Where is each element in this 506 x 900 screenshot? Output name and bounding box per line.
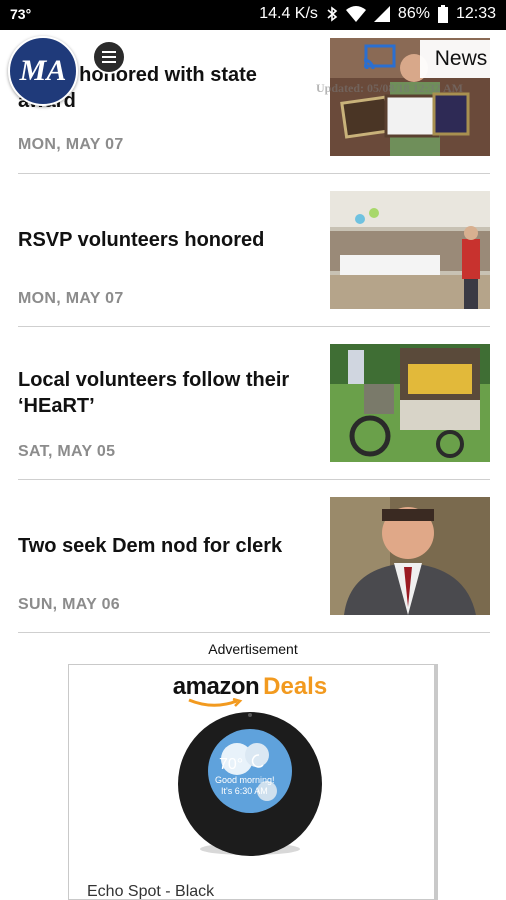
menu-button[interactable]	[92, 40, 126, 74]
weather-temperature: 73°	[10, 6, 32, 22]
story-title[interactable]: Two seek Dem nod for clerk	[18, 533, 308, 559]
device-temperature: 70°	[219, 756, 243, 773]
story-thumbnail[interactable]	[330, 191, 490, 309]
ad-brand: amazon Deals	[69, 673, 431, 701]
ad-banner[interactable]: amazon Deals 70° Good morning! It's 6:30 …	[68, 664, 438, 900]
status-bar: 73° 14.4 K/s 86% 12:33	[0, 0, 506, 30]
publication-logo[interactable]: MA	[8, 36, 78, 106]
battery-percent: 86%	[397, 5, 430, 22]
hamburger-icon-line	[102, 56, 116, 58]
section-label[interactable]: News	[420, 40, 502, 78]
echo-spot-device: 70° Good morning! It's 6:30 AM	[175, 709, 325, 864]
divider	[18, 632, 490, 633]
story-title[interactable]: Local volunteers follow their ‘HEaRT’	[18, 367, 308, 419]
story-date: SAT, MAY 05	[18, 443, 116, 460]
ad-label: Advertisement	[208, 641, 298, 657]
network-speed: 14.4 K/s	[259, 5, 318, 22]
hamburger-icon-line	[102, 61, 116, 63]
device-greeting: Good morning!	[215, 775, 275, 785]
updated-timestamp: Updated: 05/08/18 12:32 AM	[316, 81, 463, 95]
amazon-logo-text: amazon	[172, 673, 260, 700]
wifi-icon	[345, 6, 366, 22]
bluetooth-icon	[326, 6, 338, 22]
cast-icon[interactable]	[362, 44, 396, 75]
hamburger-icon	[102, 51, 116, 53]
story-title[interactable]: RSVP volunteers honored	[18, 227, 308, 253]
story-item[interactable]: Local volunteers follow their ‘HEaRT’ SA…	[18, 327, 490, 479]
story-date: SUN, MAY 06	[18, 596, 121, 613]
amazon-smile-icon	[188, 698, 243, 707]
ad-product-name[interactable]: Echo Spot - Black	[87, 883, 214, 899]
story-thumbnail[interactable]	[330, 344, 490, 462]
battery-icon	[437, 5, 448, 23]
story-date: MON, MAY 07	[18, 290, 124, 307]
cell-signal-icon	[373, 6, 390, 22]
deals-text: Deals	[263, 673, 328, 700]
clock: 12:33	[455, 5, 496, 22]
logo-text: MA	[19, 54, 67, 87]
story-item[interactable]: Two seek Dem nod for clerk SUN, MAY 06	[18, 480, 490, 632]
device-time: It's 6:30 AM	[221, 786, 268, 796]
story-date: MON, MAY 07	[18, 136, 124, 153]
status-icons: 14.4 K/s 86% 12:33	[259, 5, 496, 23]
story-item[interactable]: RSVP volunteers honored MON, MAY 07	[18, 174, 490, 326]
story-thumbnail[interactable]	[330, 497, 490, 615]
